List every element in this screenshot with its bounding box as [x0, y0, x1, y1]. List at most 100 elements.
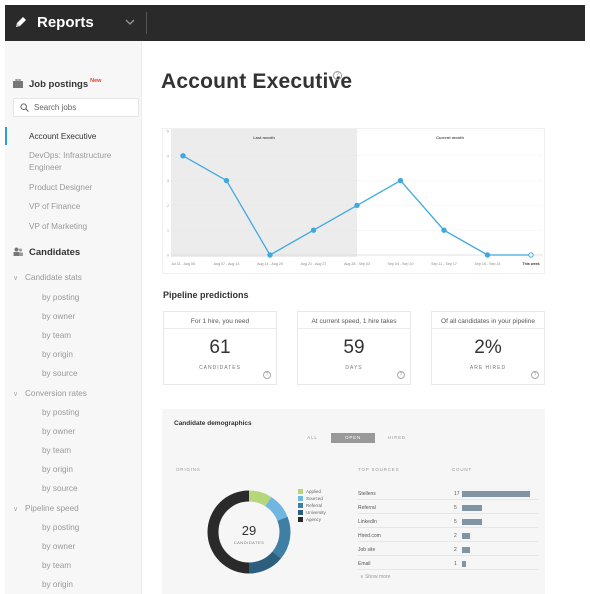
x-tick-label: Sep 18 - Sep 24 [475, 262, 501, 266]
x-tick-label: Aug 21 - Aug 27 [301, 262, 327, 266]
sidebar-item-vp-finance[interactable]: VP of Finance [29, 201, 137, 213]
origins-header: ORIGINS [176, 467, 201, 472]
sidebar-item-devops[interactable]: DevOps: Infrastructure Engineer [29, 150, 137, 174]
legend-item-university: University [298, 510, 326, 515]
segment-hired[interactable]: HIRED [377, 433, 417, 443]
source-bar [462, 519, 482, 525]
x-tick-label: Jul 31 - Aug 06 [171, 262, 195, 266]
sidebar-subitem[interactable]: by owner [42, 427, 75, 436]
sidebar-item-vp-marketing[interactable]: VP of Marketing [29, 221, 137, 233]
job-postings-heading: Job postings New [13, 78, 101, 90]
sidebar-subitem[interactable]: by posting [42, 523, 79, 532]
data-point [180, 153, 186, 159]
legend-label: Agency [306, 517, 322, 522]
segment-all[interactable]: ALL [296, 433, 329, 443]
sidebar-item-account-executive[interactable]: Account Executive [29, 131, 137, 143]
card-caption: ARE HIRED [469, 365, 507, 371]
source-count: 17 [454, 491, 460, 497]
card-value: 61 [209, 337, 231, 358]
source-count: 2 [454, 547, 457, 553]
source-bar [462, 505, 482, 511]
source-name: Job site [358, 547, 376, 553]
last-month-region [171, 129, 357, 257]
candidates-heading: Candidates [13, 247, 80, 258]
region-label: Last month [253, 135, 275, 140]
candidate-demographics-panel: Candidate demographics ALL OPEN HIRED OR… [162, 409, 545, 594]
sidebar-subitem[interactable]: by source [42, 369, 78, 378]
data-point [528, 252, 534, 258]
x-tick-label: This week [522, 262, 539, 266]
group-candidate-stats[interactable]: ∨ Candidate stats [13, 273, 82, 282]
sidebar-subitem[interactable]: by owner [42, 312, 75, 321]
donut-segment [265, 496, 288, 522]
sidebar-subitem[interactable]: by origin [42, 580, 73, 589]
source-count: 1 [454, 561, 457, 567]
origins-donut: 29 CANDIDATES [207, 490, 291, 574]
y-tick-label: 5 [167, 130, 169, 134]
source-row: LinkedIn 5 [358, 517, 538, 528]
sidebar-subitem[interactable]: by origin [42, 350, 73, 359]
source-name: Email [358, 561, 371, 567]
top-bar: Reports [5, 5, 585, 41]
segment-open[interactable]: OPEN [331, 433, 375, 443]
sidebar-subitem[interactable]: by team [42, 331, 71, 340]
donut-segment [248, 490, 272, 507]
demographics-title: Candidate demographics [174, 420, 252, 427]
sidebar-subitem[interactable]: by origin [42, 465, 73, 474]
source-bar [462, 561, 466, 567]
sidebar-subitem[interactable]: by posting [42, 408, 79, 417]
legend-item-agency: Agency [298, 517, 321, 522]
y-tick-label: 3 [167, 179, 169, 183]
donut-value: 29 [242, 523, 256, 538]
legend-item-referral: Referral [298, 503, 322, 508]
show-more-link[interactable]: ∨ Show more [360, 574, 390, 580]
source-count: 5 [454, 519, 457, 525]
group-label: Pipeline speed [25, 504, 79, 513]
legend-label: Sourced [306, 496, 323, 501]
help-icon[interactable]: ? [397, 371, 405, 379]
sidebar-subitem[interactable]: by owner [42, 542, 75, 551]
source-count: 5 [454, 505, 457, 511]
help-icon[interactable]: ? [333, 71, 342, 80]
legend-swatch [298, 496, 303, 501]
group-pipeline-speed[interactable]: ∨ Pipeline speed [13, 504, 79, 513]
chevron-down-icon: ∨ [13, 391, 19, 398]
card-header: At current speed, 1 hire takes [298, 312, 410, 329]
donut-caption: CANDIDATES [234, 540, 264, 545]
show-more-label: Show more [365, 574, 391, 580]
data-point [223, 177, 230, 184]
top-sources-header: TOP SOURCES [358, 467, 400, 472]
active-indicator [5, 127, 7, 145]
source-count: 2 [454, 533, 457, 539]
x-tick-label: Aug 07 - Aug 13 [214, 262, 240, 266]
chevron-down-icon[interactable] [125, 17, 135, 27]
data-point [397, 177, 404, 184]
x-tick-label: Sep 11 - Sep 17 [431, 262, 457, 266]
source-row: Email 1 [358, 559, 538, 570]
donut-segment [272, 516, 291, 559]
x-tick-label: Sep 04 - Sep 10 [388, 262, 414, 266]
sidebar-subitem[interactable]: by source [42, 484, 78, 493]
sidebar-item-product-designer[interactable]: Product Designer [29, 182, 137, 194]
data-point [441, 227, 447, 233]
search-input[interactable]: Search jobs [13, 98, 139, 117]
card-caption: DAYS [345, 365, 363, 371]
source-row: Job site 2 [358, 545, 538, 556]
y-tick-label: 1 [167, 229, 169, 233]
help-icon[interactable]: ? [263, 371, 271, 379]
source-row: Hired.com 2 [358, 531, 538, 542]
briefcase-icon [13, 79, 23, 88]
sidebar-subitem[interactable]: by posting [42, 293, 79, 302]
prediction-card-hired: Of all candidates in your pipeline 2% AR… [431, 311, 545, 385]
reports-title[interactable]: Reports [37, 14, 94, 31]
group-conversion-rates[interactable]: ∨ Conversion rates [13, 389, 87, 398]
candidates-label: Candidates [29, 247, 81, 258]
new-badge: New [90, 78, 102, 84]
data-point [484, 252, 491, 258]
sidebar-subitem[interactable]: by team [42, 561, 71, 570]
help-icon[interactable]: ? [531, 371, 539, 379]
line-chart: Last month Current month 0 1 2 3 4 5 Jul 31 - Au… [167, 129, 543, 266]
legend-swatch [298, 510, 303, 515]
group-label: Candidate stats [25, 273, 82, 282]
sidebar-subitem[interactable]: by team [42, 446, 71, 455]
